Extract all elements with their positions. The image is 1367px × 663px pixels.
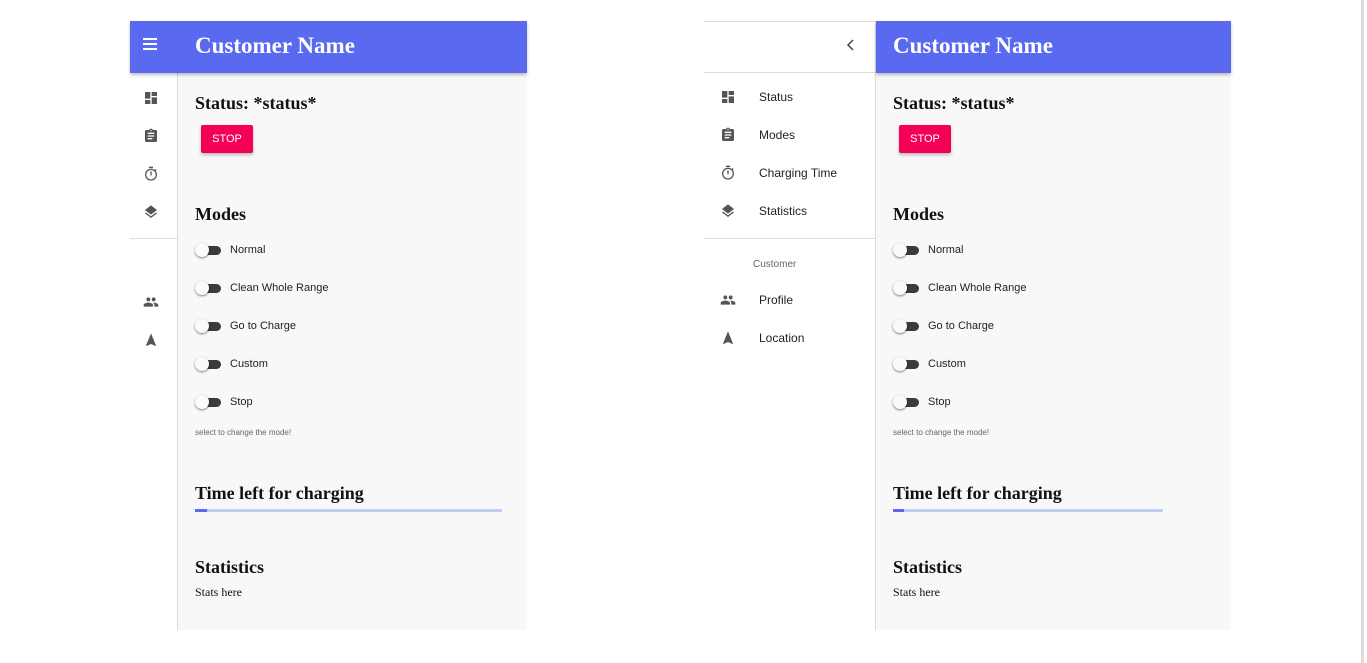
mode-stop-switch[interactable]: [893, 395, 921, 409]
layers-icon: [720, 203, 736, 219]
chevron-left-icon[interactable]: [845, 37, 857, 53]
mode-label: Clean Whole Range: [928, 282, 1027, 294]
nav-item-label: Statistics: [759, 204, 808, 218]
nav-item-profile[interactable]: Profile: [704, 284, 875, 318]
mode-label: Go to Charge: [928, 320, 995, 332]
menu-icon[interactable]: [143, 38, 157, 50]
customer-subheader: Customer: [753, 259, 797, 270]
mode-go-to-charge-switch[interactable]: [195, 319, 223, 333]
app-title: Customer Name: [195, 33, 355, 58]
dashboard-icon: [720, 89, 736, 105]
mode-label: Custom: [928, 358, 966, 370]
mode-normal-switch[interactable]: [893, 243, 921, 257]
statistics-body: Stats here: [893, 585, 940, 599]
nav-item-label: Modes: [759, 128, 796, 142]
mode-custom-switch[interactable]: [195, 357, 223, 371]
statistics-heading: Statistics: [195, 557, 264, 577]
nav-item-modes[interactable]: Modes: [704, 119, 875, 153]
rail-divider: [130, 238, 177, 239]
statistics-heading: Statistics: [893, 557, 962, 577]
statistics-body: Stats here: [195, 585, 242, 599]
charging-progress-bar: [893, 509, 1163, 512]
app-title: Customer Name: [893, 33, 1053, 58]
mode-stop-switch[interactable]: [195, 395, 223, 409]
modes-helper-text: select to change the mode!: [893, 428, 990, 437]
nav-item-label: Status: [759, 90, 794, 104]
people-icon: [720, 292, 736, 308]
main-content: Status: *status* STOP Modes Normal Clean…: [876, 72, 1231, 630]
drawer-header-divider: [704, 72, 875, 73]
clipboard-icon[interactable]: [143, 128, 159, 144]
nav-item-statistics[interactable]: Statistics: [704, 195, 875, 229]
mini-nav-rail: [130, 72, 178, 630]
mode-label: Stop: [230, 396, 253, 408]
main-content: Status: *status* STOP Modes Normal Clean…: [178, 72, 527, 630]
mode-label: Normal: [230, 244, 266, 256]
mode-custom-switch[interactable]: [893, 357, 921, 371]
charging-heading: Time left for charging: [893, 483, 1062, 503]
drawer-section-divider: [704, 238, 875, 239]
mode-normal-switch[interactable]: [195, 243, 223, 257]
mode-clean-whole-range-switch[interactable]: [893, 281, 921, 295]
nav-drawer: Status Modes Charging Time Statistics Cu…: [704, 21, 876, 630]
nav-item-charging-time[interactable]: Charging Time: [704, 157, 875, 191]
modes-heading: Modes: [893, 204, 944, 224]
nav-item-location[interactable]: Location: [704, 322, 875, 356]
people-icon[interactable]: [143, 294, 159, 310]
clipboard-icon: [720, 127, 736, 143]
stop-button[interactable]: STOP: [899, 125, 951, 153]
app-bar: Customer Name: [130, 21, 527, 73]
window-scrollbar[interactable]: [1361, 0, 1364, 663]
mode-clean-whole-range-switch[interactable]: [195, 281, 223, 295]
mode-go-to-charge-switch[interactable]: [893, 319, 921, 333]
nav-item-label: Profile: [759, 293, 794, 307]
mode-label: Go to Charge: [230, 320, 297, 332]
status-heading: Status: *status*: [195, 93, 317, 113]
nav-item-label: Charging Time: [759, 166, 838, 180]
modes-heading: Modes: [195, 204, 246, 224]
timer-icon[interactable]: [143, 166, 159, 182]
layers-icon[interactable]: [143, 204, 159, 220]
mode-label: Clean Whole Range: [230, 282, 329, 294]
mode-label: Custom: [230, 358, 268, 370]
charging-progress-fill: [195, 509, 208, 512]
nav-item-status[interactable]: Status: [704, 81, 875, 115]
charging-heading: Time left for charging: [195, 483, 364, 503]
modes-helper-text: select to change the mode!: [195, 428, 292, 437]
app-bar: Customer Name: [876, 21, 1231, 73]
dashboard-icon[interactable]: [143, 90, 159, 106]
mode-label: Stop: [928, 396, 951, 408]
nav-item-label: Location: [759, 331, 805, 345]
navigation-icon: [720, 330, 736, 346]
mode-label: Normal: [928, 244, 964, 256]
navigation-icon[interactable]: [143, 332, 159, 348]
stop-button[interactable]: STOP: [201, 125, 253, 153]
status-heading: Status: *status*: [893, 93, 1015, 113]
drawer-top-divider: [704, 21, 875, 22]
timer-icon: [720, 165, 736, 181]
charging-progress-bar: [195, 509, 502, 512]
charging-progress-fill: [893, 509, 904, 512]
